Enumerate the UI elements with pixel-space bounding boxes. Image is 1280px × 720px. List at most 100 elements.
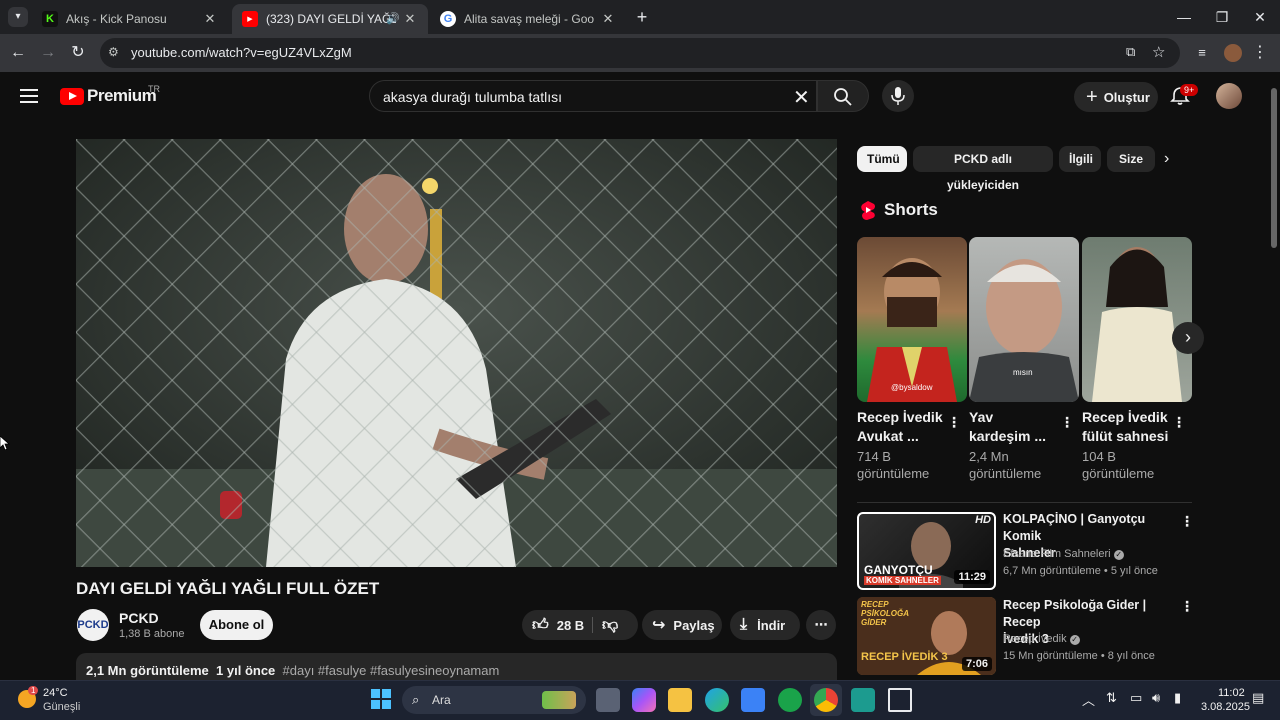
duration-badge: 11:29 bbox=[954, 570, 990, 584]
forward-icon[interactable]: → bbox=[38, 43, 58, 63]
search-input[interactable]: akasya durağı tulumba tatlısı ✕ bbox=[369, 80, 817, 112]
more-vertical-icon[interactable]: ⋮ bbox=[947, 414, 961, 431]
chrome-icon[interactable] bbox=[814, 688, 838, 712]
more-vertical-icon[interactable]: ⋮ bbox=[1180, 513, 1194, 530]
short-title[interactable]: Recep İvedik fülüt sahnesi bbox=[1082, 408, 1172, 446]
video-frame bbox=[76, 139, 837, 567]
more-vertical-icon[interactable]: ⋮ bbox=[1172, 414, 1186, 431]
more-vertical-icon[interactable]: ⋮ bbox=[1180, 598, 1194, 615]
tab-google[interactable]: G Alita savaş meleği - Google'da A ✕ bbox=[430, 4, 626, 34]
microphone-icon bbox=[891, 87, 905, 105]
profile-avatar[interactable] bbox=[1224, 44, 1242, 62]
chip-for-you[interactable]: Size ö bbox=[1107, 146, 1155, 172]
search-button[interactable] bbox=[817, 80, 869, 112]
new-tab-button[interactable]: + bbox=[632, 7, 652, 27]
speaker-icon[interactable]: 🔊 bbox=[386, 12, 400, 25]
site-info-icon[interactable]: ⚙ bbox=[108, 45, 119, 59]
task-view-icon[interactable] bbox=[596, 688, 620, 712]
close-icon[interactable]: ✕ bbox=[202, 11, 218, 27]
verified-icon: ✓ bbox=[1069, 635, 1080, 645]
create-button[interactable]: + Oluştur bbox=[1074, 82, 1158, 112]
voice-search-button[interactable] bbox=[882, 80, 914, 112]
tray-network-icon[interactable]: ⇅ bbox=[1106, 690, 1117, 706]
account-avatar[interactable] bbox=[1216, 83, 1242, 109]
back-icon[interactable]: ← bbox=[8, 43, 28, 63]
more-vertical-icon[interactable]: ⋮ bbox=[1060, 414, 1074, 431]
maximize-button[interactable]: ❐ bbox=[1210, 6, 1234, 28]
install-app-icon[interactable]: ⧉ bbox=[1126, 44, 1135, 60]
media-control-icon[interactable]: ≡ bbox=[1192, 43, 1212, 63]
short-title[interactable]: Yav kardeşim ... bbox=[969, 408, 1059, 446]
chip-all[interactable]: Tümü bbox=[857, 146, 907, 172]
thumbs-up-icon: 👍︎ bbox=[532, 616, 549, 634]
weather-temp[interactable]: 24°C bbox=[43, 687, 68, 699]
mouse-cursor bbox=[0, 435, 11, 455]
thumbs-down-icon[interactable]: 👎︎ bbox=[602, 616, 618, 635]
tray-display-icon[interactable]: ▭ bbox=[1130, 690, 1142, 706]
minimize-button[interactable]: — bbox=[1172, 6, 1196, 28]
video-thumbnail[interactable]: HD GANYOTÇU KOMİK SAHNELER 11:29 bbox=[857, 512, 996, 590]
shorts-heading: Shorts bbox=[860, 200, 938, 220]
share-button[interactable]: ↪ Paylaş bbox=[642, 610, 722, 640]
divider bbox=[592, 617, 593, 633]
video-player[interactable] bbox=[76, 139, 837, 567]
subscribe-button[interactable]: Abone ol bbox=[200, 610, 273, 640]
tab-youtube[interactable]: ▶ (323) DAYI GELDİ YAĞLI YA 🔊 ✕ bbox=[232, 4, 428, 34]
close-icon[interactable]: ✕ bbox=[402, 11, 418, 27]
close-icon[interactable]: ✕ bbox=[600, 11, 616, 27]
thumb-text: KOMİK SAHNELER bbox=[864, 576, 941, 585]
window-close-button[interactable]: ✕ bbox=[1248, 6, 1272, 28]
short-thumbnail[interactable] bbox=[1082, 237, 1192, 402]
file-explorer-icon[interactable] bbox=[668, 688, 692, 712]
tray-battery-icon[interactable]: ▮ bbox=[1174, 690, 1181, 706]
windows-start-icon[interactable] bbox=[371, 689, 391, 709]
chip-from-uploader[interactable]: PCKD adlı yükleyiciden bbox=[913, 146, 1053, 192]
rec-meta: 15 Mn görüntüleme • 8 yıl önce bbox=[1003, 650, 1155, 662]
youtube-icon: ▶ bbox=[242, 11, 258, 27]
rec-channel[interactable]: Efsane Film Sahneleri ✓ bbox=[1003, 548, 1124, 560]
notification-center-icon[interactable]: ▤ bbox=[1252, 690, 1264, 706]
clear-search-icon[interactable]: ✕ bbox=[793, 85, 810, 110]
bookmark-star-icon[interactable]: ☆ bbox=[1152, 43, 1165, 61]
taskbar-search[interactable]: ⌕ Ara bbox=[402, 686, 586, 714]
browser-toolbar: ← → ↻ ⚙ youtube.com/watch?v=egUZ4VLxZgM … bbox=[0, 34, 1280, 72]
like-button[interactable]: 👍︎ 28 B bbox=[522, 610, 592, 640]
chevron-right-icon[interactable]: › bbox=[1164, 150, 1169, 168]
channel-avatar[interactable]: PCKD bbox=[77, 609, 109, 641]
clock-time[interactable]: 11:02 bbox=[1218, 687, 1245, 699]
download-button[interactable]: ⤓ İndir bbox=[730, 610, 800, 640]
taskbar-search-placeholder: Ara bbox=[432, 693, 451, 707]
subscriber-count: 1,38 B abone bbox=[119, 628, 185, 640]
address-bar[interactable]: ⚙ youtube.com/watch?v=egUZ4VLxZgM ⧉ ☆ bbox=[100, 38, 1180, 68]
tab-kick[interactable]: K Akış - Kick Panosu ✕ bbox=[32, 4, 228, 34]
tab-search-button[interactable]: ▾ bbox=[8, 7, 28, 27]
youtube-logo[interactable]: Premium bbox=[60, 86, 157, 106]
vpn-icon[interactable] bbox=[888, 688, 912, 712]
short-thumbnail[interactable]: @bysaldow bbox=[857, 237, 967, 402]
edge-icon[interactable] bbox=[705, 688, 729, 712]
channel-name[interactable]: PCKD bbox=[119, 610, 159, 626]
logo-text: Premium bbox=[87, 86, 157, 105]
rec-channel[interactable]: Recep İvedik ✓ bbox=[1003, 633, 1080, 645]
more-actions-button[interactable]: ⋯ bbox=[806, 610, 836, 640]
verified-icon: ✓ bbox=[1113, 550, 1124, 560]
tray-chevron-up-icon[interactable]: ︿ bbox=[1082, 690, 1095, 709]
discord-icon[interactable] bbox=[851, 688, 875, 712]
short-title[interactable]: Recep İvedik Avukat ... bbox=[857, 408, 947, 446]
xbox-icon[interactable] bbox=[778, 688, 802, 712]
hamburger-menu-icon[interactable] bbox=[20, 88, 40, 109]
hashtags[interactable]: #dayı #fasulye #fasulyesineoynamam bbox=[283, 663, 500, 678]
shorts-next-button[interactable]: › bbox=[1172, 322, 1204, 354]
short-thumbnail[interactable]: mısın bbox=[969, 237, 1079, 402]
tab-title: Akış - Kick Panosu bbox=[66, 12, 167, 26]
store-icon[interactable] bbox=[741, 688, 765, 712]
scrollbar-thumb[interactable] bbox=[1271, 88, 1277, 248]
video-thumbnail[interactable]: RECEP PSİKOLOĞA GİDER RECEP İVEDİK 3 7:0… bbox=[857, 597, 996, 675]
copilot-icon[interactable] bbox=[632, 688, 656, 712]
menu-dots-icon[interactable]: ⋮ bbox=[1250, 43, 1270, 63]
reload-icon[interactable]: ↻ bbox=[68, 43, 88, 63]
clock-date[interactable]: 3.08.2025 bbox=[1201, 701, 1250, 713]
tray-volume-icon[interactable]: 🔊︎ bbox=[1152, 690, 1160, 706]
thumb-text: RECEP İVEDİK 3 bbox=[861, 651, 948, 663]
chip-related[interactable]: İlgili bbox=[1059, 146, 1101, 172]
